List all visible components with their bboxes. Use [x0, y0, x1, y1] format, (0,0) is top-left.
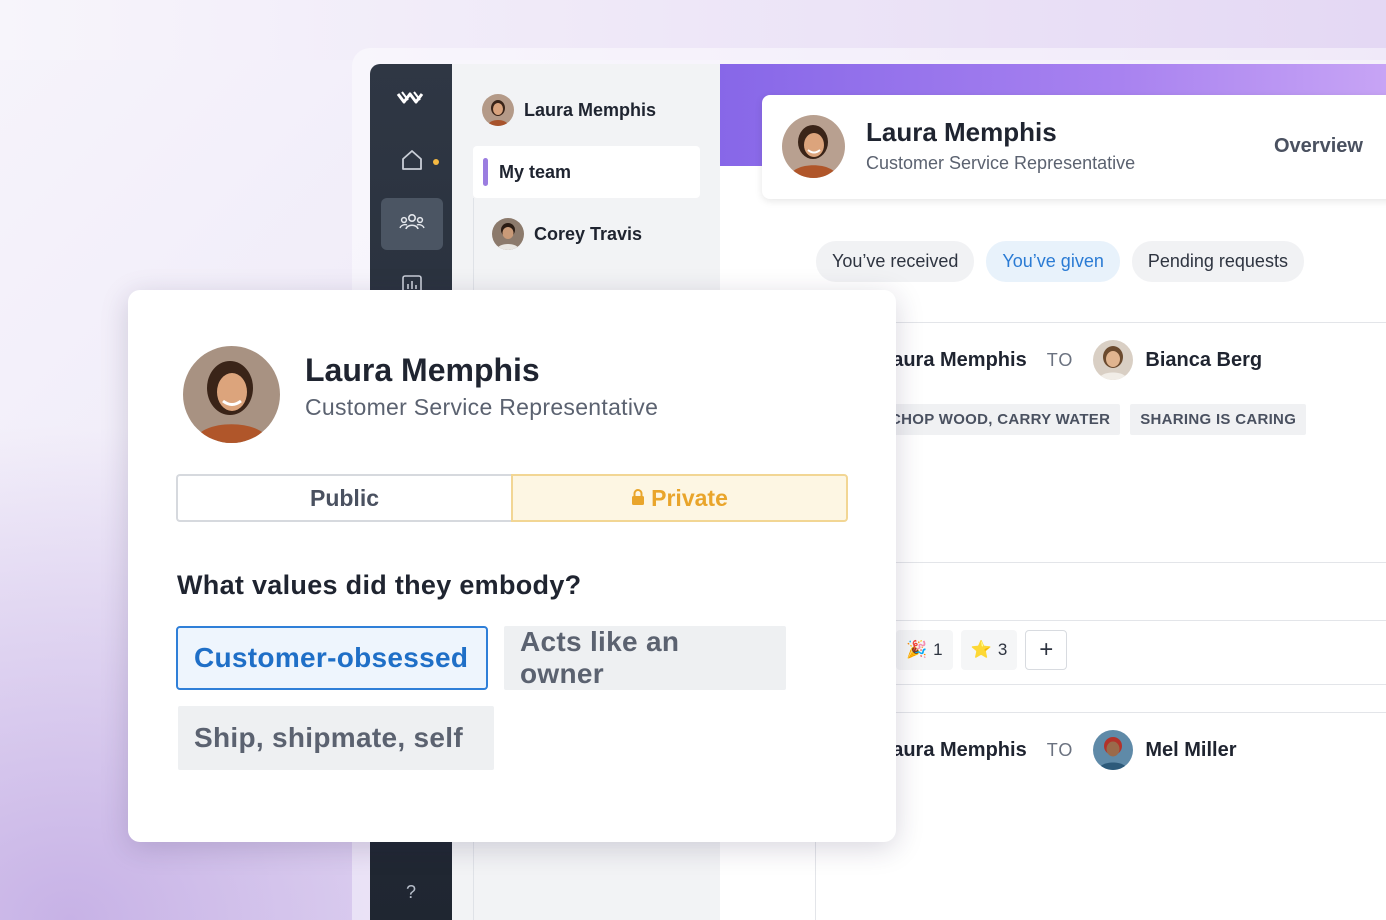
recipient-name: Bianca Berg [1145, 348, 1263, 371]
modal-role: Customer Service Representative [305, 394, 659, 420]
reaction-count: 3 [997, 640, 1008, 659]
divider [816, 620, 1386, 621]
party-icon: 🎉 [906, 640, 928, 659]
feed-to-label: TO [1046, 349, 1074, 370]
private-option[interactable]: Private [511, 474, 848, 522]
feedback-tabs: You’ve received You’ve given Pending req… [816, 241, 1304, 282]
lock-icon [631, 485, 645, 512]
avatar [492, 218, 524, 250]
divider [816, 684, 1386, 685]
feed-sender[interactable]: Laura Memphis [880, 739, 1027, 762]
avatar [1093, 730, 1134, 770]
my-team-item[interactable]: My team [473, 146, 700, 198]
current-user[interactable]: Laura Memphis [482, 94, 656, 126]
profile-name: Laura Memphis [866, 117, 1057, 147]
tab-received[interactable]: You’ve received [816, 241, 975, 282]
public-label: Public [309, 484, 379, 511]
reactions-bar: 🎉 1 ⭐ 3 + [896, 630, 1068, 670]
feed-recipient[interactable]: Mel Miller [1093, 730, 1237, 770]
current-user-name: Laura Memphis [524, 99, 657, 120]
modal-avatar-wrap [183, 346, 280, 448]
value-tag: CHOP WOOD, CARRY WATER [880, 404, 1121, 435]
profile-role: Customer Service Representative [866, 153, 1136, 173]
team-member-item[interactable]: Corey Travis [492, 218, 642, 250]
profile-card: Laura Memphis Customer Service Represent… [762, 95, 1386, 199]
reaction-star[interactable]: ⭐ 3 [960, 630, 1018, 670]
notification-dot [433, 159, 439, 165]
value-chip-acts-like-an-owner[interactable]: Acts like an owner [504, 626, 786, 690]
reaction-count: 1 [933, 640, 943, 659]
help-icon[interactable]: ? [370, 882, 452, 903]
reaction-party[interactable]: 🎉 1 [896, 630, 953, 670]
value-chip-ship-shipmate-self[interactable]: Ship, shipmate, self [178, 706, 494, 770]
home-icon [400, 149, 424, 176]
divider [816, 562, 1386, 563]
feed-to-label: TO [1046, 739, 1074, 760]
team-member-name: Corey Travis [534, 223, 643, 244]
avatar [183, 346, 280, 443]
avatar [1093, 340, 1134, 380]
divider [816, 712, 1386, 713]
tab-pending[interactable]: Pending requests [1131, 241, 1304, 282]
tab-given[interactable]: You’ve given [986, 241, 1120, 282]
private-label: Private [651, 484, 728, 511]
feed-item-header: Laura Memphis TO Bianca Berg [880, 340, 1262, 380]
modal-name: Laura Memphis [305, 352, 540, 388]
feed-recipient[interactable]: Bianca Berg [1093, 340, 1262, 380]
brand-logo-icon[interactable] [396, 88, 426, 112]
team-icon [399, 212, 425, 237]
value-tag: SHARING IS CARING [1130, 404, 1307, 435]
visibility-toggle: Public Private [176, 474, 848, 522]
feed-sender[interactable]: Laura Memphis [880, 349, 1027, 372]
divider [816, 322, 1386, 323]
add-reaction-button[interactable]: + [1025, 630, 1068, 670]
value-chip-customer-obsessed[interactable]: Customer-obsessed [176, 626, 488, 690]
team-nav-button[interactable] [381, 198, 443, 250]
active-indicator [483, 158, 488, 186]
overview-tab[interactable]: Overview [1274, 135, 1363, 158]
give-feedback-modal: Laura Memphis Customer Service Represent… [128, 290, 896, 842]
avatar [482, 94, 514, 126]
my-team-label: My team [499, 162, 572, 182]
avatar [782, 115, 845, 178]
recipient-name: Mel Miller [1145, 738, 1237, 761]
public-option[interactable]: Public [176, 474, 511, 522]
star-icon: ⭐ [970, 640, 992, 659]
value-tags: CHOP WOOD, CARRY WATER SHARING IS CARING [880, 404, 1307, 435]
values-question: What values did they embody? [177, 570, 582, 600]
feed-item-header: Laura Memphis TO Mel Miller [880, 730, 1237, 770]
